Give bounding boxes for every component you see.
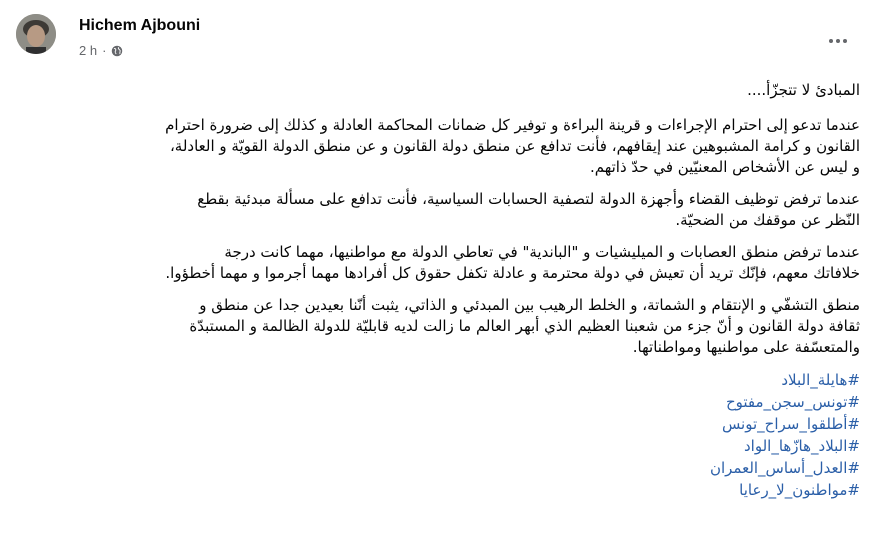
hashtag-link[interactable]: #تونس_سجن_مفتوح — [16, 391, 860, 413]
globe-icon[interactable] — [111, 45, 123, 57]
paragraph: عندما ترفض منطق العصابات و الميليشيات و … — [16, 242, 860, 284]
paragraph-line: منطق التشفّي و الإنتقام و الشماتة، و الخ… — [199, 296, 860, 314]
meta-separator: · — [102, 43, 107, 58]
paragraph: عندما تدعو إلى احترام الإجراءات و قرينة … — [16, 115, 860, 178]
paragraph-line: خلافاتك معهم، فإنّك تريد أن تعيش في دولة… — [165, 264, 860, 282]
hashtag-link[interactable]: #البلاد_هازّها_الواد — [16, 435, 860, 457]
paragraph: منطق التشفّي و الإنتقام و الشماتة، و الخ… — [16, 295, 860, 358]
more-options-icon — [829, 39, 847, 43]
paragraph: عندما ترفض توظيف القضاء وأجهزة الدولة لت… — [16, 189, 860, 231]
hashtag-link[interactable]: #العدل_أساس_العمران — [16, 457, 860, 479]
hashtag-link[interactable]: #أطلقوا_سراح_تونس — [16, 413, 860, 435]
paragraph-line: والمتعسّفة على مواطنيها ومواطناتها. — [632, 338, 860, 356]
post-time[interactable]: 2 h — [79, 43, 97, 58]
paragraph-line: النّظر عن موقفك من الضحيّة. — [675, 211, 860, 229]
paragraph-line: و ليس عن الأشخاص المعنيّين في حدّ ذاتهم. — [589, 158, 860, 176]
avatar[interactable] — [16, 14, 56, 54]
paragraph-line: عندما ترفض منطق العصابات و الميليشيات و … — [224, 243, 860, 261]
post-header: Hichem Ajbouni 2 h · — [0, 0, 875, 75]
paragraph-line: عندما تدعو إلى احترام الإجراءات و قرينة … — [165, 116, 860, 134]
post-title: المبادئ لا تتجزّأ.... — [747, 81, 860, 99]
post-meta: 2 h · — [79, 43, 123, 58]
post-body: المبادئ لا تتجزّأ.... عندما تدعو إلى احت… — [16, 80, 860, 501]
hashtag-link[interactable]: #هايلة_البلاد — [16, 369, 860, 391]
paragraph-line: القانون و كرامة المشبوهين عند إيقافهم، ف… — [169, 137, 860, 155]
paragraph-line: ثقافة دولة القانون و أنّ جزء من شعبنا ال… — [189, 317, 860, 335]
hashtag-list: #هايلة_البلاد #تونس_سجن_مفتوح #أطلقوا_سر… — [16, 369, 860, 501]
more-options-button[interactable] — [820, 23, 856, 59]
author-name[interactable]: Hichem Ajbouni — [79, 17, 200, 35]
paragraph-line: عندما ترفض توظيف القضاء وأجهزة الدولة لت… — [197, 190, 860, 208]
hashtag-link[interactable]: #مواطنون_لا_رعايا — [16, 479, 860, 501]
